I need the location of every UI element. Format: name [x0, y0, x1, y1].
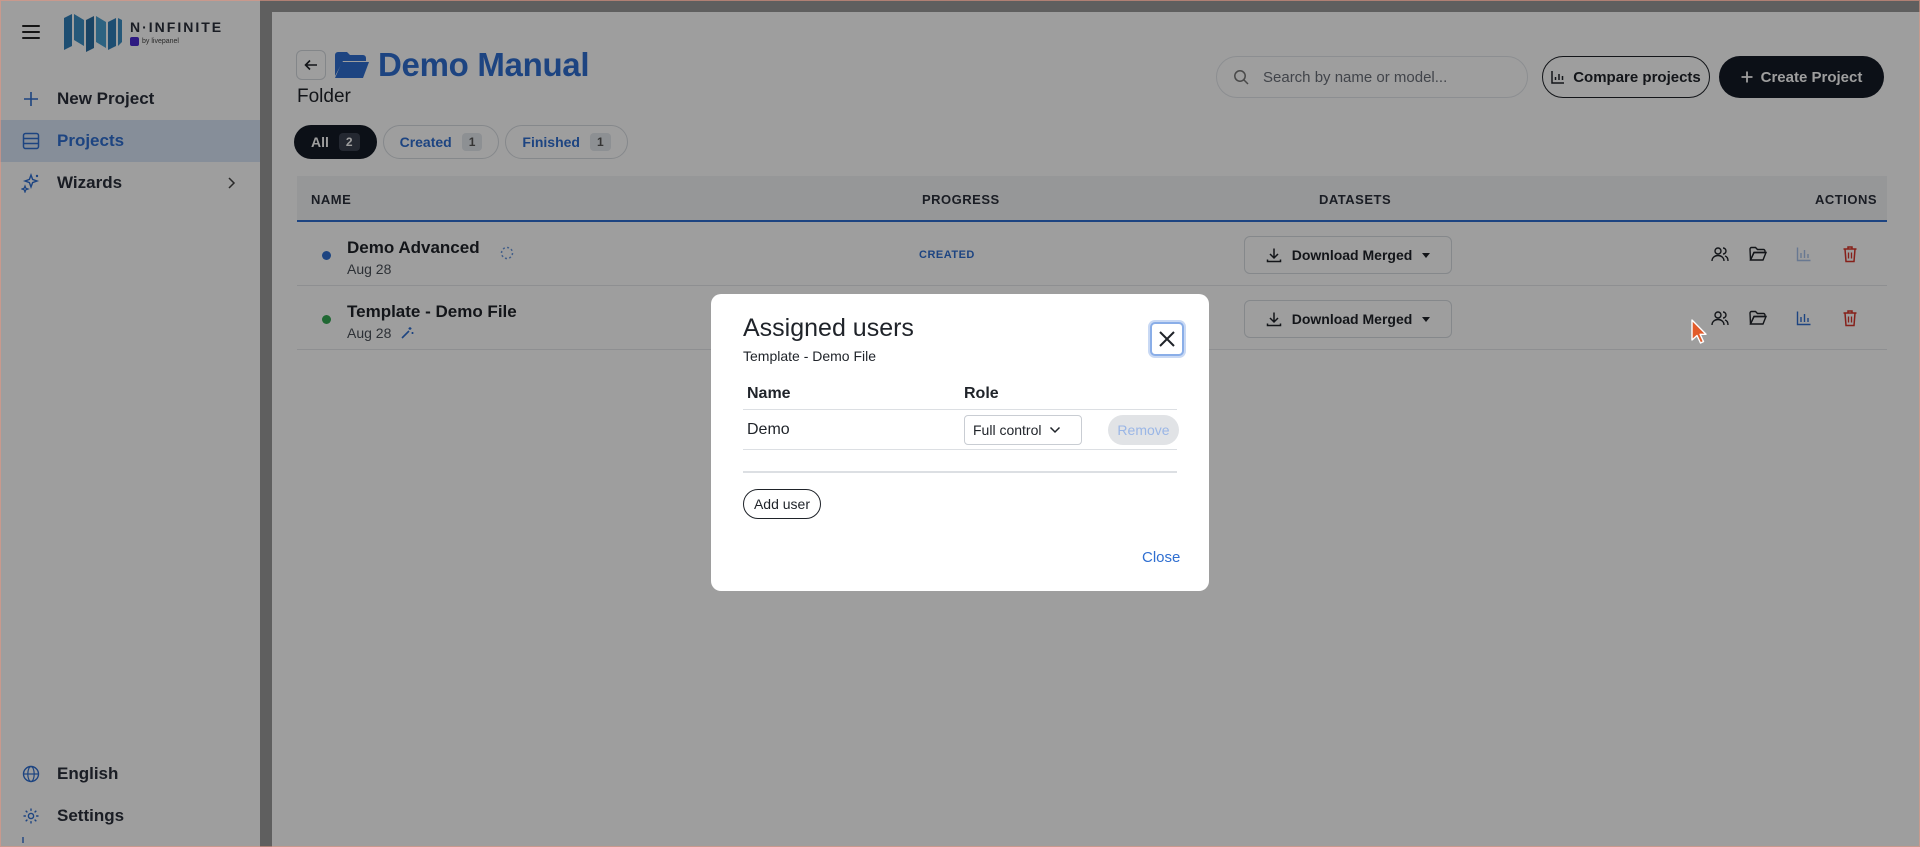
chevron-down-icon — [1050, 426, 1061, 434]
role-select[interactable]: Full control — [964, 415, 1082, 445]
divider — [743, 471, 1177, 473]
table-row: Demo Full control Remove — [743, 410, 1179, 450]
modal-title: Assigned users — [743, 314, 914, 342]
column-header-name: Name — [747, 385, 791, 402]
assigned-users-table: Name Role Demo Full control Remove — [743, 382, 1179, 450]
remove-user-button[interactable]: Remove — [1108, 415, 1179, 445]
mouse-cursor-icon — [1691, 319, 1707, 344]
modal-close-link[interactable]: Close — [1142, 549, 1180, 566]
add-user-button[interactable]: Add user — [743, 489, 821, 519]
role-selected-value: Full control — [973, 422, 1042, 438]
assigned-users-header: Name Role — [743, 382, 1177, 410]
user-name: Demo — [747, 421, 790, 438]
assigned-users-modal: Assigned users Template - Demo File Name… — [711, 294, 1209, 591]
modal-subtitle: Template - Demo File — [743, 348, 877, 364]
modal-close-button[interactable] — [1150, 322, 1184, 356]
close-icon — [1159, 331, 1175, 347]
column-header-role: Role — [964, 385, 999, 402]
